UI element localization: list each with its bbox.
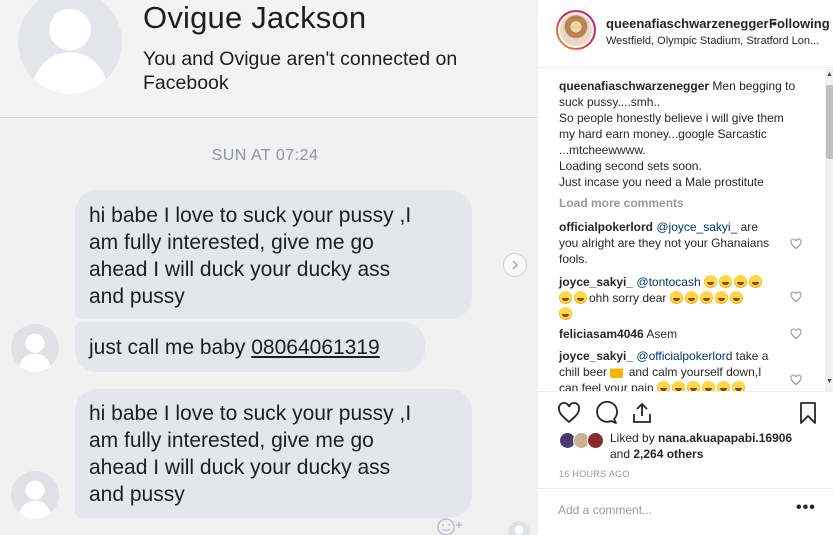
chevron-right-icon <box>512 260 519 270</box>
scroll-up-arrow-icon[interactable]: ▲ <box>826 71 833 78</box>
message-line: am fully interested, give me go <box>89 429 374 452</box>
laughing-emoji <box>687 381 701 391</box>
comment-username[interactable]: officialpokerlord <box>559 220 653 234</box>
post-location[interactable]: Westfield, Olympic Stadium, Stratford Lo… <box>606 35 819 47</box>
heart-icon[interactable] <box>557 401 581 425</box>
conversation-header: Ovigue Jackson You and Ovigue aren't con… <box>0 0 537 118</box>
laughing-emoji <box>657 381 671 391</box>
message-text: just call me baby <box>89 336 252 359</box>
seen-avatar <box>508 521 530 535</box>
caption-username[interactable]: queenafiaschwarzenegger <box>559 79 709 93</box>
contact-name: Ovigue Jackson <box>143 0 367 35</box>
message-bubble: hi babe I love to suck your pussy ,I am … <box>75 389 472 518</box>
sender-avatar <box>11 324 59 372</box>
caption-line: Loading second sets soon. <box>559 159 702 173</box>
liked-count[interactable]: 2,264 others <box>633 447 703 461</box>
laughing-emoji <box>574 291 587 304</box>
scroll-down-arrow-icon[interactable]: ▼ <box>826 378 833 385</box>
poster-avatar[interactable] <box>556 10 596 50</box>
scrollbar-thumb[interactable] <box>826 85 833 159</box>
share-icon[interactable] <box>630 401 654 425</box>
comment-username[interactable]: feliciasam4046 <box>559 327 644 341</box>
like-comment-heart-icon[interactable] <box>790 291 802 303</box>
following-button[interactable]: Following <box>769 16 830 31</box>
comment: joyce_sakyi_ @tontocash ohh sorry dear <box>559 274 779 322</box>
laughing-emoji <box>718 275 732 288</box>
comment: joyce_sakyi_ @officialpokerlord take a c… <box>559 348 779 391</box>
laughing-emoji <box>732 381 746 391</box>
laughing-emoji <box>717 381 731 391</box>
comment-text: Asem <box>643 327 678 341</box>
add-comment-bar: ••• <box>538 488 833 535</box>
emoji-react-icon[interactable] <box>434 514 468 535</box>
message-line: and pussy <box>89 285 185 308</box>
comment: feliciasam4046 Asem <box>559 326 779 342</box>
laughing-emoji <box>559 307 572 320</box>
phone-number-link[interactable]: 08064061319 <box>251 336 379 359</box>
comment-username[interactable]: joyce_sakyi_ <box>559 275 633 289</box>
laughing-emoji <box>733 275 747 288</box>
message-line: ahead I will duck your ducky ass <box>89 456 391 479</box>
poster-username[interactable]: queenafiaschwarzenegger • <box>606 16 777 31</box>
message-line: ahead I will duck your ducky ass <box>89 258 391 281</box>
message-line: am fully interested, give me go <box>89 231 374 254</box>
laughing-emoji <box>702 381 716 391</box>
connection-note: You and Ovigue aren't connected on Faceb… <box>143 48 458 94</box>
liked-by-prefix: Liked by <box>610 431 659 445</box>
like-comment-heart-icon[interactable] <box>790 238 802 250</box>
next-image-button[interactable] <box>503 253 527 277</box>
liked-by-text[interactable]: Liked by nana.akuapapabi.16906 and 2,264… <box>610 430 792 462</box>
like-comment-heart-icon[interactable] <box>790 374 802 386</box>
comment-input[interactable] <box>558 503 778 517</box>
username-text[interactable]: queenafiaschwarzenegger <box>606 16 769 31</box>
comment-mention[interactable]: @officialpokerlord <box>636 349 732 363</box>
messenger-screenshot: Ovigue Jackson You and Ovigue aren't con… <box>0 0 537 535</box>
comment-mention[interactable]: @joyce_sakyi_ <box>656 220 737 234</box>
contact-avatar <box>18 0 122 94</box>
message-line: and pussy <box>89 483 185 506</box>
beer-emoji <box>610 365 624 378</box>
message-bubble: hi babe I love to suck your pussy ,I am … <box>75 190 472 319</box>
message-line: hi babe I love to suck your pussy ,I <box>89 402 412 425</box>
laughing-emoji <box>684 291 698 304</box>
comment: officialpokerlord @joyce_sakyi_ are you … <box>559 219 779 267</box>
post-time[interactable]: 16 HOURS AGO <box>559 469 630 479</box>
laughing-emoji <box>703 275 717 288</box>
caption-line: So people honestly believe i will give t… <box>559 111 784 157</box>
bookmark-icon[interactable] <box>796 401 820 425</box>
comment-icon[interactable] <box>594 401 618 425</box>
comments-scrollbar[interactable]: ▲ ▼ <box>825 69 833 391</box>
comments-section: queenafiaschwarzenegger Men begging to s… <box>538 69 826 391</box>
sender-avatar <box>11 471 59 519</box>
laughing-emoji <box>559 291 572 304</box>
load-more-comments[interactable]: Load more comments <box>559 196 684 210</box>
likes-summary: Liked by nana.akuapapabi.16906 and 2,264… <box>538 428 833 468</box>
laughing-emoji <box>748 275 762 288</box>
post-actions-bar <box>538 391 833 431</box>
laughing-emoji <box>714 291 728 304</box>
liked-by-username[interactable]: nana.akuapapabi.16906 <box>658 431 792 445</box>
laughing-emoji <box>669 291 683 304</box>
post-caption: queenafiaschwarzenegger Men begging to s… <box>559 78 799 190</box>
laughing-emoji <box>672 381 686 391</box>
comment-text: ohh sorry dear <box>589 291 667 305</box>
comment-username[interactable]: joyce_sakyi_ <box>559 349 633 363</box>
like-comment-heart-icon[interactable] <box>790 328 802 340</box>
caption-line: Just incase you need a Male prostitute <box>559 175 764 189</box>
laughing-emoji <box>699 291 713 304</box>
liked-by-and: and <box>610 447 634 461</box>
message-bubble: just call me baby 08064061319 <box>75 322 425 372</box>
post-header: queenafiaschwarzenegger • Following West… <box>538 0 833 68</box>
laughing-emoji <box>729 291 743 304</box>
comment-mention[interactable]: @tontocash <box>636 275 700 289</box>
instagram-post-panel: queenafiaschwarzenegger • Following West… <box>537 0 833 535</box>
more-options-icon[interactable]: ••• <box>796 499 816 517</box>
liker-avatar[interactable] <box>587 432 604 449</box>
message-timestamp: SUN AT 07:24 <box>211 147 319 164</box>
message-line: hi babe I love to suck your pussy ,I <box>89 204 412 227</box>
